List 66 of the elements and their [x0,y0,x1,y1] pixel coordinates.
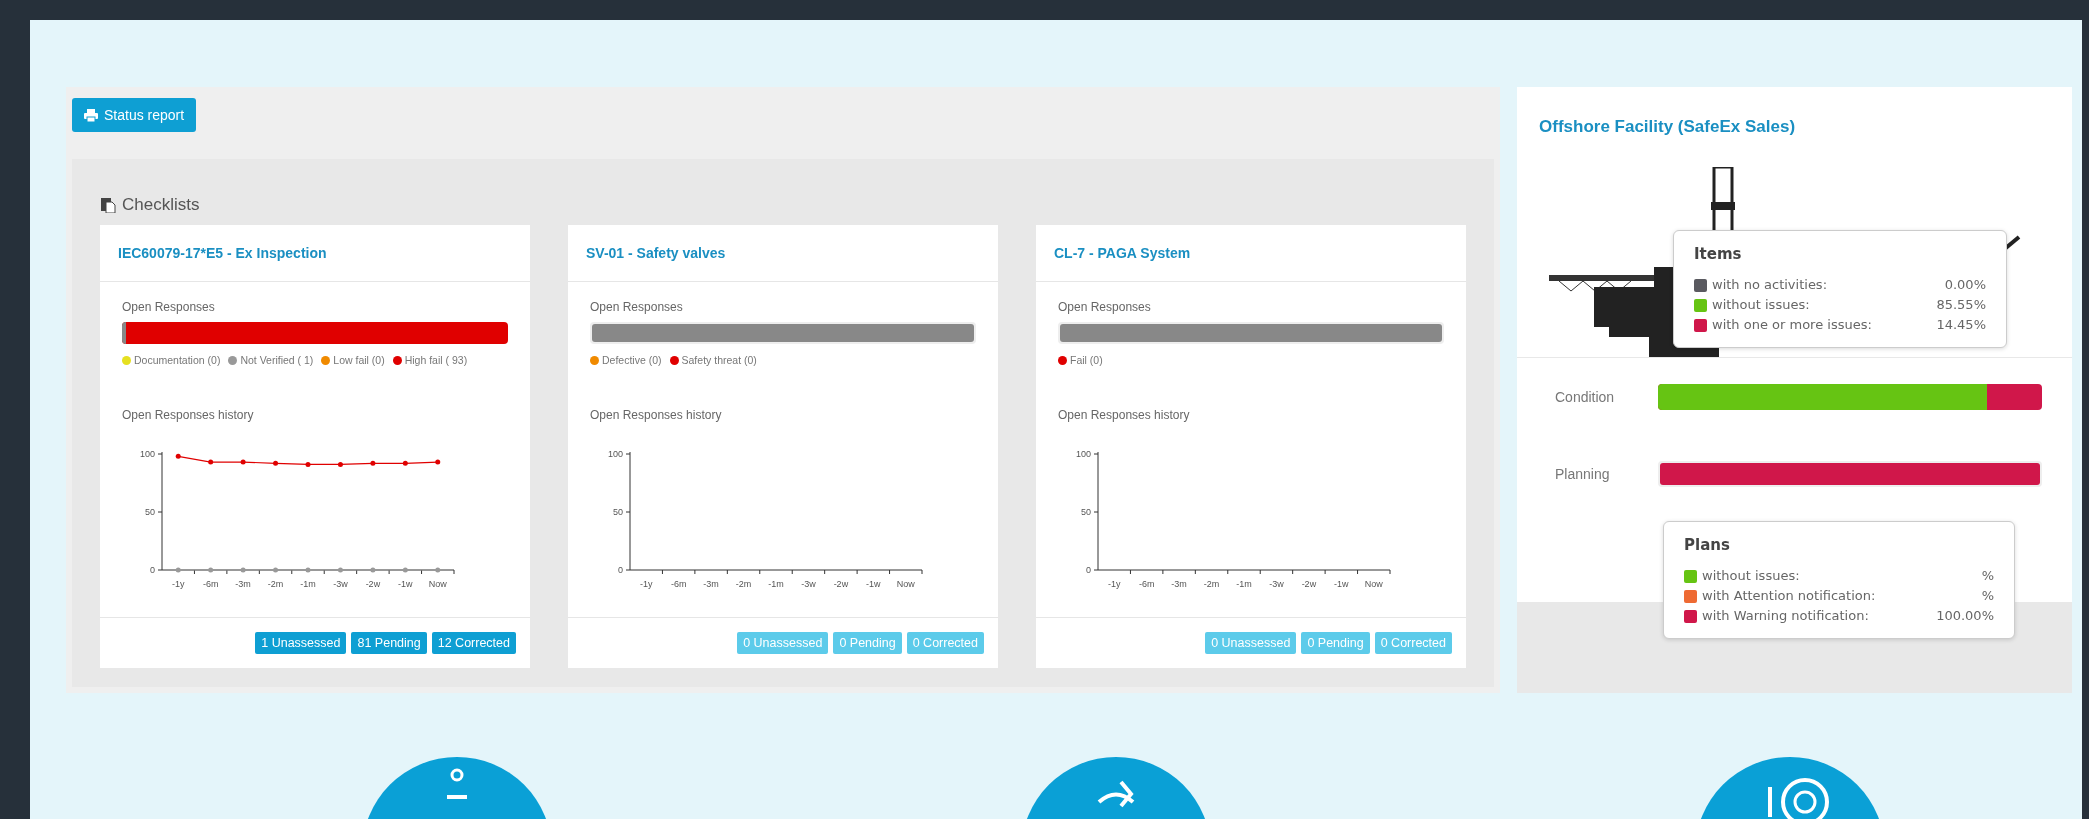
legend-label: with Attention notification: [1702,587,1876,605]
axis-label: Now [428,579,447,589]
bar-label: Planning [1555,465,1611,482]
axis-label: -3w [1269,579,1284,589]
legend-value: 0.00% [1944,276,1986,294]
axis-label: 0 [1086,565,1091,575]
chart-title: Open Responses history [1058,408,1191,422]
legend-label: without issues: [1702,567,1800,585]
axis-label: -1w [866,579,881,589]
legend-label: Documentation (0) [134,353,221,368]
legend-label: High fail ( 93) [404,353,468,368]
legend-label: Fail (0) [1070,353,1103,368]
legend-label: Low fail (0) [333,353,385,368]
axis-label: -2m [267,579,284,589]
axis-label: -3w [801,579,816,589]
axis-label: -3m [1171,579,1187,589]
axis-label: -2w [365,579,381,589]
bar-label: Condition [1555,388,1616,405]
tooltip-title: Items [1694,245,1743,263]
axis-label: 0 [150,565,155,575]
legend-label: with no activities: [1712,276,1828,294]
axis-label: -3w [333,579,348,589]
axis-label: -1w [1334,579,1349,589]
legend-value: 85.55% [1936,296,1986,314]
chart-title: Open Responses history [590,408,723,422]
chart-title: Open Responses history [122,408,255,422]
axis-label: -1m [768,579,784,589]
axis-label: -2m [1203,579,1220,589]
axis-label: -1w [398,579,413,589]
tooltip-title: Plans [1684,536,1731,554]
legend-value: % [1981,567,1994,585]
axis-label: -1y [171,579,185,589]
section-title: Checklists [122,195,200,215]
legend-value: 14.45% [1936,316,1986,334]
axis-label: -6m [1138,579,1155,589]
axis-label: 100 [139,449,155,459]
legend-label: Defective (0) [602,353,662,368]
axis-label: -1y [639,579,653,589]
legend-label: with Warning notification: [1702,607,1869,625]
axis-label: -2w [833,579,849,589]
axis-label: -6m [670,579,687,589]
bar-label: Open Responses [590,300,684,314]
axis-label: 50 [613,507,623,517]
axis-label: -1m [1236,579,1252,589]
axis-label: 100 [1075,449,1091,459]
legend-value: 100.00% [1936,607,1994,625]
axis-label: 50 [145,507,155,517]
legend-label: Not Verified ( 1) [240,353,314,368]
legend-label: without issues: [1712,296,1810,314]
axis-label: -2w [1301,579,1317,589]
legend-label: Safety threat (0) [681,353,757,368]
axis-label: -1m [300,579,316,589]
legend-label: with one or more issues: [1712,316,1872,334]
axis-label: 0 [618,565,623,575]
axis-label: -1y [1107,579,1121,589]
axis-label: 50 [1081,507,1091,517]
bar-label: Open Responses [122,300,216,314]
axis-label: Now [896,579,915,589]
axis-label: Now [1364,579,1383,589]
axis-label: -3m [703,579,719,589]
axis-label: 100 [607,449,623,459]
axis-label: -3m [235,579,251,589]
axis-label: -2m [735,579,752,589]
legend-value: % [1981,587,1994,605]
bar-label: Open Responses [1058,300,1152,314]
axis-label: -6m [202,579,219,589]
